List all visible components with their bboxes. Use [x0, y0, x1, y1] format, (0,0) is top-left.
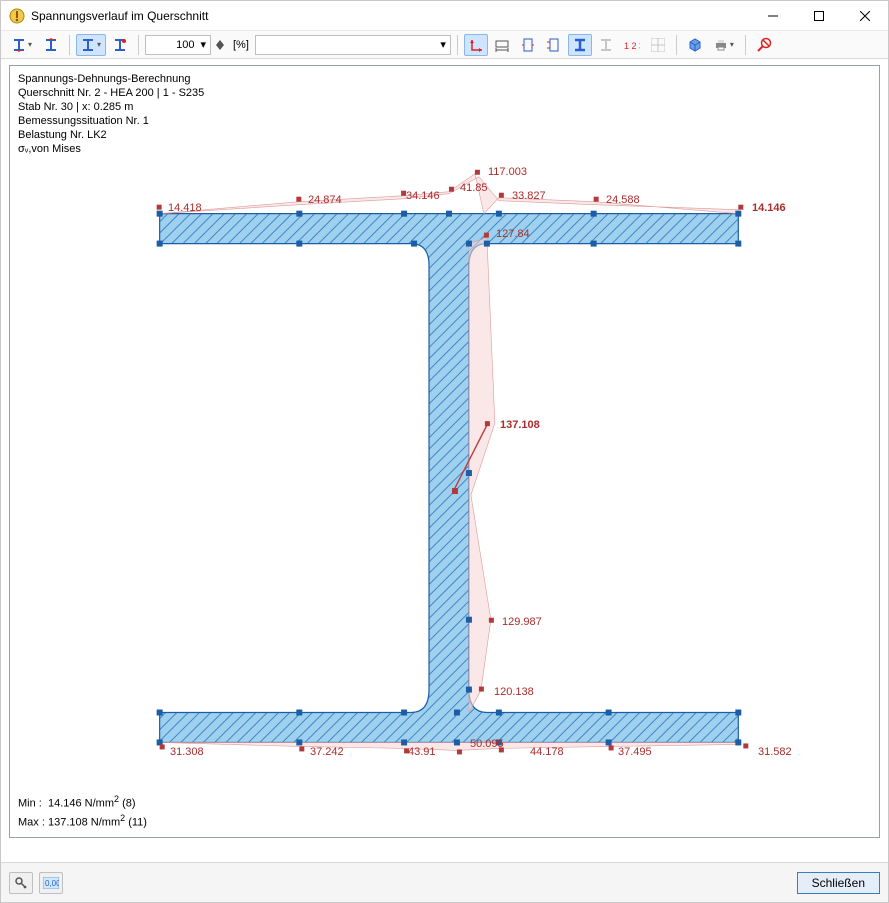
svg-text:0,00: 0,00: [45, 879, 59, 888]
profile-view-3-button[interactable]: ▾: [76, 34, 106, 56]
key-button[interactable]: [9, 872, 33, 894]
dim-option2-button[interactable]: [542, 34, 566, 56]
cancel-button[interactable]: [752, 34, 776, 56]
close-dialog-button[interactable]: Schließen: [797, 872, 880, 894]
print-button[interactable]: ▾: [709, 34, 739, 56]
i-section-shape: [160, 214, 739, 743]
profile-view-1-button[interactable]: ▾: [7, 34, 37, 56]
section-outline-button[interactable]: [594, 34, 618, 56]
maximize-button[interactable]: [796, 1, 842, 31]
caret-icon: ▾: [97, 40, 101, 49]
close-label: Schließen: [812, 876, 865, 890]
summary-min: Min : 14.146 N/mm2 (8): [18, 792, 147, 812]
profile-view-2-button[interactable]: [39, 34, 63, 56]
zoom-stepper[interactable]: [213, 34, 227, 56]
numbers-button[interactable]: 1 2 3: [620, 34, 644, 56]
profile-view-4-button[interactable]: [108, 34, 132, 56]
caret-icon: ▾: [28, 40, 32, 49]
caret-icon: ▾: [730, 40, 734, 49]
key-icon: [14, 876, 28, 890]
unit-label: [%]: [233, 39, 249, 51]
decimals-button[interactable]: 0,00: [39, 872, 63, 894]
view3d-button[interactable]: [683, 34, 707, 56]
diagram-canvas[interactable]: Spannungs-Dehnungs-Berechnung Querschnit…: [9, 65, 880, 838]
titlebar: Spannungsverlauf im Querschnitt: [1, 1, 888, 31]
dimensions-button[interactable]: [490, 34, 514, 56]
filter-combo[interactable]: ▾: [255, 35, 451, 55]
caret-icon: ▾: [440, 38, 446, 51]
filter-input[interactable]: [260, 38, 440, 52]
summary-block: Min : 14.146 N/mm2 (8) Max : 137.108 N/m…: [18, 792, 147, 831]
svg-text:1 2 3: 1 2 3: [624, 41, 640, 51]
footer: 0,00 Schließen: [1, 862, 888, 902]
grid-button[interactable]: [646, 34, 670, 56]
section-fill-button[interactable]: [568, 34, 592, 56]
caret-icon: ▾: [200, 38, 206, 51]
window-title: Spannungsverlauf im Querschnitt: [31, 9, 208, 23]
zoom-combo[interactable]: 100 ▾: [145, 35, 211, 55]
diagram-plot: [10, 66, 879, 831]
dim-option1-button[interactable]: [516, 34, 540, 56]
close-button[interactable]: [842, 1, 888, 31]
app-icon: [9, 8, 25, 24]
summary-max: Max : 137.108 N/mm2 (11): [18, 811, 147, 831]
toolbar: ▾ ▾ 100 ▾ [%] ▾ 1 2 3: [1, 31, 888, 59]
zoom-value: 100: [176, 39, 194, 51]
axis-toggle-button[interactable]: [464, 34, 488, 56]
minimize-button[interactable]: [750, 1, 796, 31]
decimals-icon: 0,00: [43, 877, 59, 889]
